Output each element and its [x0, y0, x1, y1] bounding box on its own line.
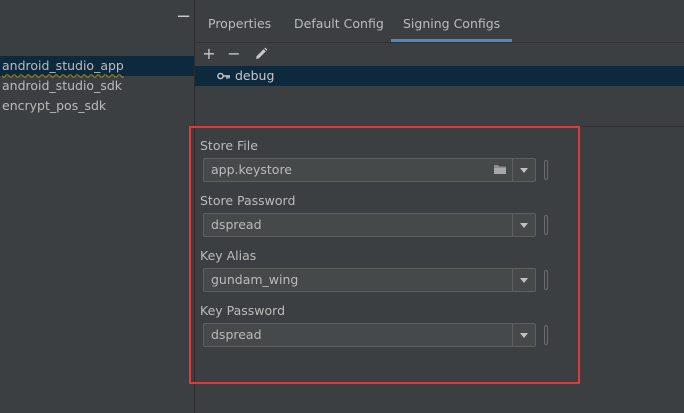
module-item-label: encrypt_pos_sdk: [2, 98, 107, 113]
store-file-value: app.keystore: [211, 162, 292, 177]
key-password-value: dspread: [211, 327, 262, 342]
add-config-button[interactable]: +: [200, 44, 218, 64]
chevron-down-icon[interactable]: [513, 269, 535, 291]
module-item-encrypt-pos-sdk[interactable]: encrypt_pos_sdk: [0, 96, 194, 116]
key-icon: [217, 66, 231, 88]
folder-icon[interactable]: [493, 163, 507, 175]
store-file-combo[interactable]: app.keystore: [203, 158, 536, 182]
key-alias-side-button[interactable]: [544, 270, 548, 290]
module-panel: − android_studio_app android_studio_sdk …: [0, 0, 194, 413]
module-item-label: android_studio_app: [2, 58, 124, 73]
collapse-button[interactable]: −: [176, 8, 191, 28]
signing-configs-toolbar: + −: [195, 43, 684, 65]
module-toolbar: −: [0, 0, 194, 36]
tab-bar: Properties Default Config Signing Config…: [195, 0, 684, 43]
module-item-label: android_studio_sdk: [2, 78, 123, 93]
pencil-icon: [256, 47, 268, 59]
tab-default-config[interactable]: Default Config: [294, 0, 384, 42]
store-password-label: Store Password: [200, 193, 296, 208]
key-password-side-button[interactable]: [544, 325, 548, 345]
key-alias-combo[interactable]: gundam_wing: [203, 268, 536, 292]
remove-config-button[interactable]: −: [225, 44, 243, 64]
chevron-down-icon[interactable]: [513, 159, 535, 181]
store-password-value: dspread: [211, 217, 262, 232]
store-file-side-button[interactable]: [544, 160, 548, 180]
key-password-label: Key Password: [200, 303, 286, 318]
signing-config-item-debug[interactable]: debug: [195, 66, 684, 86]
edit-config-button[interactable]: [252, 44, 270, 64]
store-password-side-button[interactable]: [544, 215, 548, 235]
chevron-down-icon[interactable]: [513, 214, 535, 236]
signing-config-list: debug: [195, 66, 684, 126]
signing-config-name: debug: [235, 68, 275, 83]
tab-properties[interactable]: Properties: [208, 0, 271, 42]
signing-config-form: Store File app.keystore Store Password d…: [189, 126, 580, 384]
module-item-android-studio-app[interactable]: android_studio_app: [0, 56, 194, 76]
key-password-combo[interactable]: dspread: [203, 323, 536, 347]
tab-signing-configs[interactable]: Signing Configs: [390, 0, 513, 42]
key-alias-value: gundam_wing: [211, 272, 299, 287]
store-file-label: Store File: [200, 138, 258, 153]
chevron-down-icon[interactable]: [513, 324, 535, 346]
store-password-combo[interactable]: dspread: [203, 213, 536, 237]
module-item-android-studio-sdk[interactable]: android_studio_sdk: [0, 76, 194, 96]
key-alias-label: Key Alias: [200, 248, 257, 263]
